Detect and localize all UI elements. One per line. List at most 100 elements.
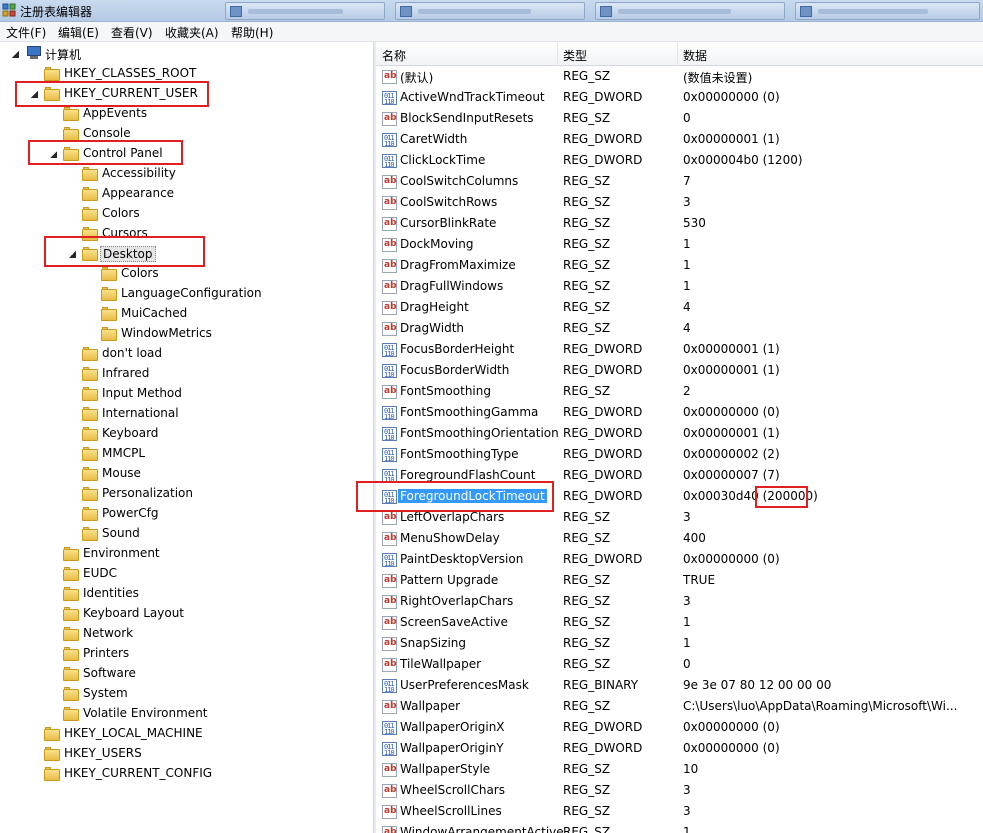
list-row[interactable]: 011 110 FocusBorderWidth REG_DWORD 0x0000000… <box>376 361 983 382</box>
list-row[interactable]: 011 110 WallpaperOriginY REG_DWORD 0x0000000… <box>376 739 983 760</box>
column-header-data[interactable]: 数据 <box>683 47 707 64</box>
list-row[interactable]: 011 110 FontSmoothingOrientation REG_DWORD 0… <box>376 424 983 445</box>
list-row[interactable]: 011 110 FocusBorderHeight REG_DWORD 0x000000… <box>376 340 983 361</box>
tree-item[interactable]: HKEY_LOCAL_MACHINE <box>0 724 373 744</box>
tree-item[interactable]: Environment <box>0 544 373 564</box>
collapse-arrow-icon[interactable] <box>50 108 56 118</box>
collapse-arrow-icon[interactable] <box>31 748 37 758</box>
list-row[interactable]: ab FontSmoothing REG_SZ 2 <box>376 382 983 403</box>
tree-item[interactable]: Software <box>0 664 373 684</box>
list-row[interactable]: ab (默认) REG_SZ (数值未设置) <box>376 67 983 88</box>
tree-item-computer[interactable]: 计算机 <box>0 44 373 64</box>
list-row[interactable]: 011 110 ForegroundFlashCount REG_DWORD 0x000… <box>376 466 983 487</box>
list-row[interactable]: ab WheelScrollChars REG_SZ 3 <box>376 781 983 802</box>
collapse-arrow-icon[interactable] <box>50 648 56 658</box>
tree-item[interactable]: Accessibility <box>0 164 373 184</box>
list-row[interactable]: 011 110 WallpaperOriginX REG_DWORD 0x0000000… <box>376 718 983 739</box>
tree-item[interactable]: Keyboard <box>0 424 373 444</box>
tree-item[interactable]: HKEY_CURRENT_CONFIG <box>0 764 373 784</box>
tree-item[interactable]: Keyboard Layout <box>0 604 373 624</box>
tree-item[interactable]: Printers <box>0 644 373 664</box>
menu-favorites[interactable]: 收藏夹(A) <box>165 24 219 41</box>
expand-arrow-icon[interactable] <box>50 151 57 158</box>
registry-tree[interactable]: 计算机 HKEY_CLASSES_ROOT HKEY_CURRENT_USER Ap… <box>0 42 373 833</box>
expand-arrow-icon[interactable] <box>12 51 19 58</box>
tree-item[interactable]: Personalization <box>0 484 373 504</box>
taskbar-button[interactable] <box>595 2 785 20</box>
tree-item[interactable]: LanguageConfiguration <box>0 284 373 304</box>
list-row[interactable]: 011 110 ForegroundLockTimeout REG_DWORD 0x00… <box>376 487 983 508</box>
tree-item[interactable]: EUDC <box>0 564 373 584</box>
collapse-arrow-icon[interactable] <box>69 508 75 518</box>
tree-item[interactable]: PowerCfg <box>0 504 373 524</box>
tree-item[interactable]: Sound <box>0 524 373 544</box>
list-row[interactable]: ab DockMoving REG_SZ 1 <box>376 235 983 256</box>
collapse-arrow-icon[interactable] <box>69 368 75 378</box>
tree-item[interactable]: MuiCached <box>0 304 373 324</box>
tree-item[interactable]: HKEY_CURRENT_USER <box>0 84 373 104</box>
tree-item[interactable]: Network <box>0 624 373 644</box>
list-row[interactable]: ab DragFromMaximize REG_SZ 1 <box>376 256 983 277</box>
list-row[interactable]: ab DragFullWindows REG_SZ 1 <box>376 277 983 298</box>
collapse-arrow-icon[interactable] <box>31 728 37 738</box>
list-row[interactable]: ab CoolSwitchColumns REG_SZ 7 <box>376 172 983 193</box>
list-row[interactable]: 011 110 ClickLockTime REG_DWORD 0x000004b0 (… <box>376 151 983 172</box>
collapse-arrow-icon[interactable] <box>69 188 75 198</box>
list-row[interactable]: ab LeftOverlapChars REG_SZ 3 <box>376 508 983 529</box>
tree-item[interactable]: Infrared <box>0 364 373 384</box>
collapse-arrow-icon[interactable] <box>50 568 56 578</box>
list-row[interactable]: ab DragHeight REG_SZ 4 <box>376 298 983 319</box>
tree-item[interactable]: Mouse <box>0 464 373 484</box>
collapse-arrow-icon[interactable] <box>31 68 37 78</box>
list-row[interactable]: 011 110 ActiveWndTrackTimeout REG_DWORD 0x00… <box>376 88 983 109</box>
column-divider[interactable] <box>557 42 558 66</box>
list-row[interactable]: ab MenuShowDelay REG_SZ 400 <box>376 529 983 550</box>
collapse-arrow-icon[interactable] <box>50 708 56 718</box>
expand-arrow-icon[interactable] <box>31 91 38 98</box>
list-row[interactable]: ab CoolSwitchRows REG_SZ 3 <box>376 193 983 214</box>
tree-item[interactable]: Desktop <box>0 244 373 264</box>
column-header-type[interactable]: 类型 <box>563 47 587 64</box>
taskbar-button[interactable] <box>225 2 385 20</box>
menu-file[interactable]: 文件(F) <box>6 24 46 41</box>
list-row[interactable]: ab WallpaperStyle REG_SZ 10 <box>376 760 983 781</box>
list-row[interactable]: ab ScreenSaveActive REG_SZ 1 <box>376 613 983 634</box>
column-header-name[interactable]: 名称 <box>382 47 406 64</box>
collapse-arrow-icon[interactable] <box>69 408 75 418</box>
tree-item[interactable]: Colors <box>0 204 373 224</box>
list-row[interactable]: ab Wallpaper REG_SZ C:\Users\luo\AppData\Ro… <box>376 697 983 718</box>
collapse-arrow-icon[interactable] <box>69 488 75 498</box>
menu-view[interactable]: 查看(V) <box>111 24 153 41</box>
tree-item[interactable]: Volatile Environment <box>0 704 373 724</box>
tree-item[interactable]: Control Panel <box>0 144 373 164</box>
list-row[interactable]: 011 110 FontSmoothingType REG_DWORD 0x000000… <box>376 445 983 466</box>
list-row[interactable]: 011 110 PaintDesktopVersion REG_DWORD 0x0000… <box>376 550 983 571</box>
tree-item[interactable]: Colors <box>0 264 373 284</box>
tree-item[interactable]: Appearance <box>0 184 373 204</box>
tree-item[interactable]: HKEY_USERS <box>0 744 373 764</box>
tree-item[interactable]: Console <box>0 124 373 144</box>
menu-help[interactable]: 帮助(H) <box>231 24 273 41</box>
list-row[interactable]: ab Pattern Upgrade REG_SZ TRUE <box>376 571 983 592</box>
collapse-arrow-icon[interactable] <box>50 608 56 618</box>
tree-item[interactable]: Identities <box>0 584 373 604</box>
list-row[interactable]: 011 110 FontSmoothingGamma REG_DWORD 0x00000… <box>376 403 983 424</box>
column-divider[interactable] <box>677 42 678 66</box>
list-row[interactable]: ab RightOverlapChars REG_SZ 3 <box>376 592 983 613</box>
taskbar-button[interactable] <box>395 2 585 20</box>
taskbar-button[interactable] <box>795 2 980 20</box>
tree-item[interactable]: AppEvents <box>0 104 373 124</box>
list-row[interactable]: ab SnapSizing REG_SZ 1 <box>376 634 983 655</box>
collapse-arrow-icon[interactable] <box>50 668 56 678</box>
collapse-arrow-icon[interactable] <box>69 168 75 178</box>
collapse-arrow-icon[interactable] <box>31 768 37 778</box>
tree-item[interactable]: Cursors <box>0 224 373 244</box>
list-row[interactable]: ab TileWallpaper REG_SZ 0 <box>376 655 983 676</box>
tree-item[interactable]: International <box>0 404 373 424</box>
tree-item[interactable]: System <box>0 684 373 704</box>
tree-item[interactable]: HKEY_CLASSES_ROOT <box>0 64 373 84</box>
menu-edit[interactable]: 编辑(E) <box>58 24 99 41</box>
tree-item[interactable]: MMCPL <box>0 444 373 464</box>
collapse-arrow-icon[interactable] <box>50 688 56 698</box>
tree-item[interactable]: WindowMetrics <box>0 324 373 344</box>
